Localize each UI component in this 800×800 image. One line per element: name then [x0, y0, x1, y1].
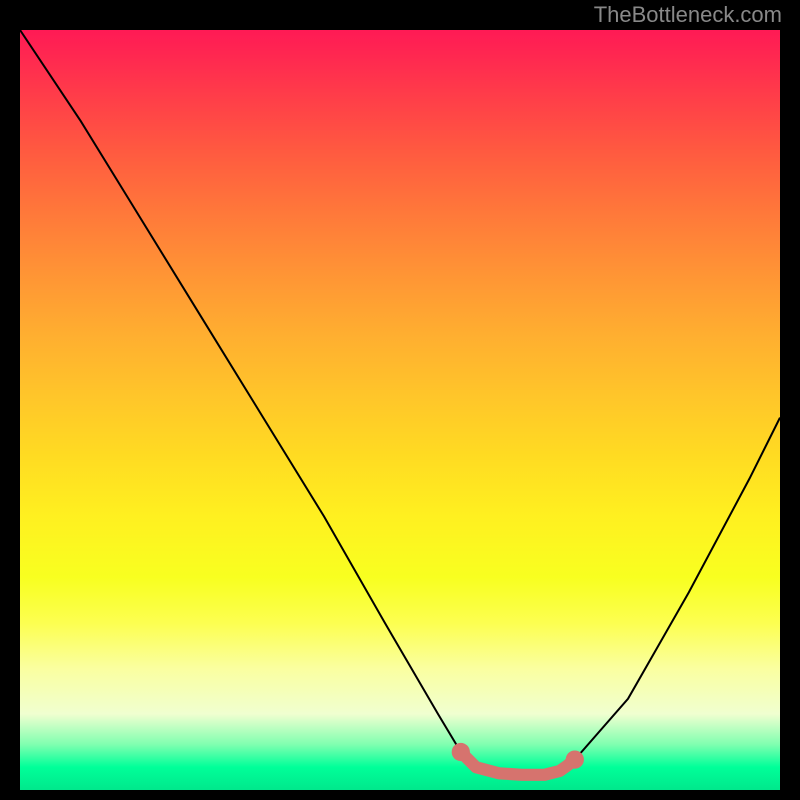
main-curve: [20, 30, 780, 775]
highlight-dot: [452, 743, 470, 761]
highlight-segment: [461, 752, 575, 775]
chart-svg: [20, 30, 780, 790]
watermark-text: TheBottleneck.com: [594, 2, 782, 28]
plot-area: [20, 30, 780, 790]
highlight-dot: [566, 750, 584, 768]
